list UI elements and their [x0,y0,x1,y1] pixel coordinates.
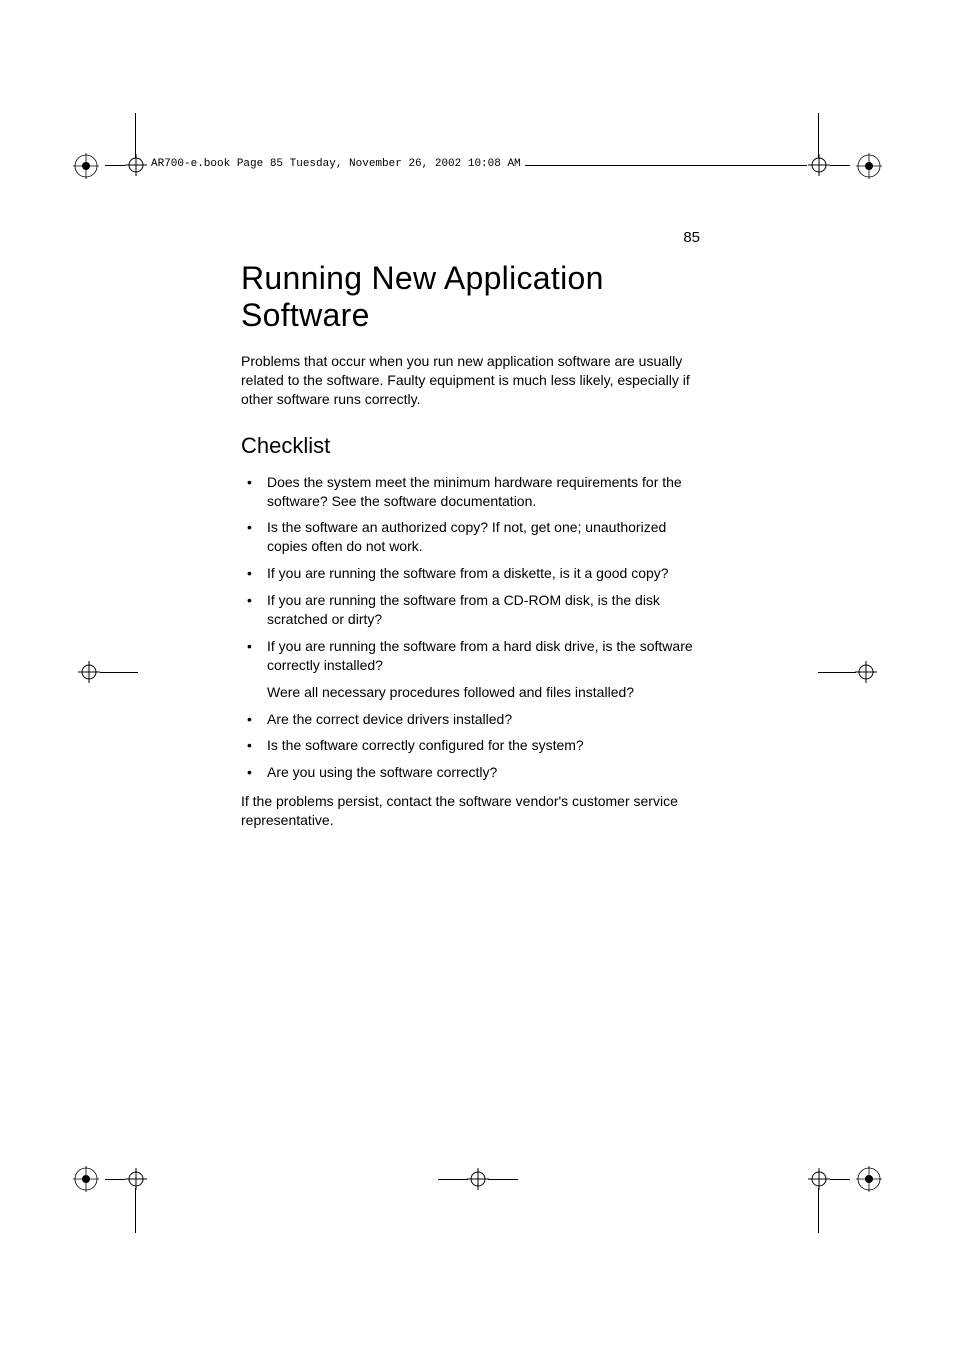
checklist-continued: Are the correct device drivers installed… [241,710,701,783]
list-item: Are you using the software correctly? [241,763,701,782]
checklist: Does the system meet the minimum hardwar… [241,473,701,675]
registration-mark-icon [856,153,882,184]
list-item: If you are running the software from a d… [241,564,701,583]
list-item: If you are running the software from a h… [241,637,701,675]
crosshair-icon [125,154,147,181]
registration-mark-icon [73,153,99,184]
crop-line [100,672,138,673]
crop-line [135,113,136,158]
page-number: 85 [683,229,700,246]
crosshair-icon [808,154,830,181]
crosshair-icon [78,661,100,688]
crop-line [105,165,125,166]
crop-line [818,1188,819,1233]
registration-mark-icon [73,1166,99,1197]
crop-line [818,113,819,158]
list-item: Does the system meet the minimum hardwar… [241,473,701,511]
main-title: Running New Application Software [241,260,701,334]
crosshair-icon [808,1168,830,1195]
crop-line [830,165,850,166]
intro-paragraph: Problems that occur when you run new app… [241,352,701,409]
section-title: Checklist [241,433,701,459]
header-text: AR700-e.book Page 85 Tuesday, November 2… [147,158,525,170]
crosshair-icon [467,1168,489,1195]
crop-line [818,672,856,673]
list-item: Is the software correctly configured for… [241,736,701,755]
content-area: Running New Application Software Problem… [241,260,701,830]
followup-text: Were all necessary procedures followed a… [241,683,701,702]
crosshair-icon [125,1168,147,1195]
crosshair-icon [855,661,877,688]
registration-mark-icon [856,1166,882,1197]
list-item: Are the correct device drivers installed… [241,710,701,729]
crop-line [488,1179,518,1180]
list-item: Is the software an authorized copy? If n… [241,518,701,556]
crop-line [830,1179,850,1180]
crop-line [135,1188,136,1233]
closing-paragraph: If the problems persist, contact the sof… [241,792,701,830]
crop-line [438,1179,468,1180]
list-item: If you are running the software from a C… [241,591,701,629]
crop-line [105,1179,125,1180]
